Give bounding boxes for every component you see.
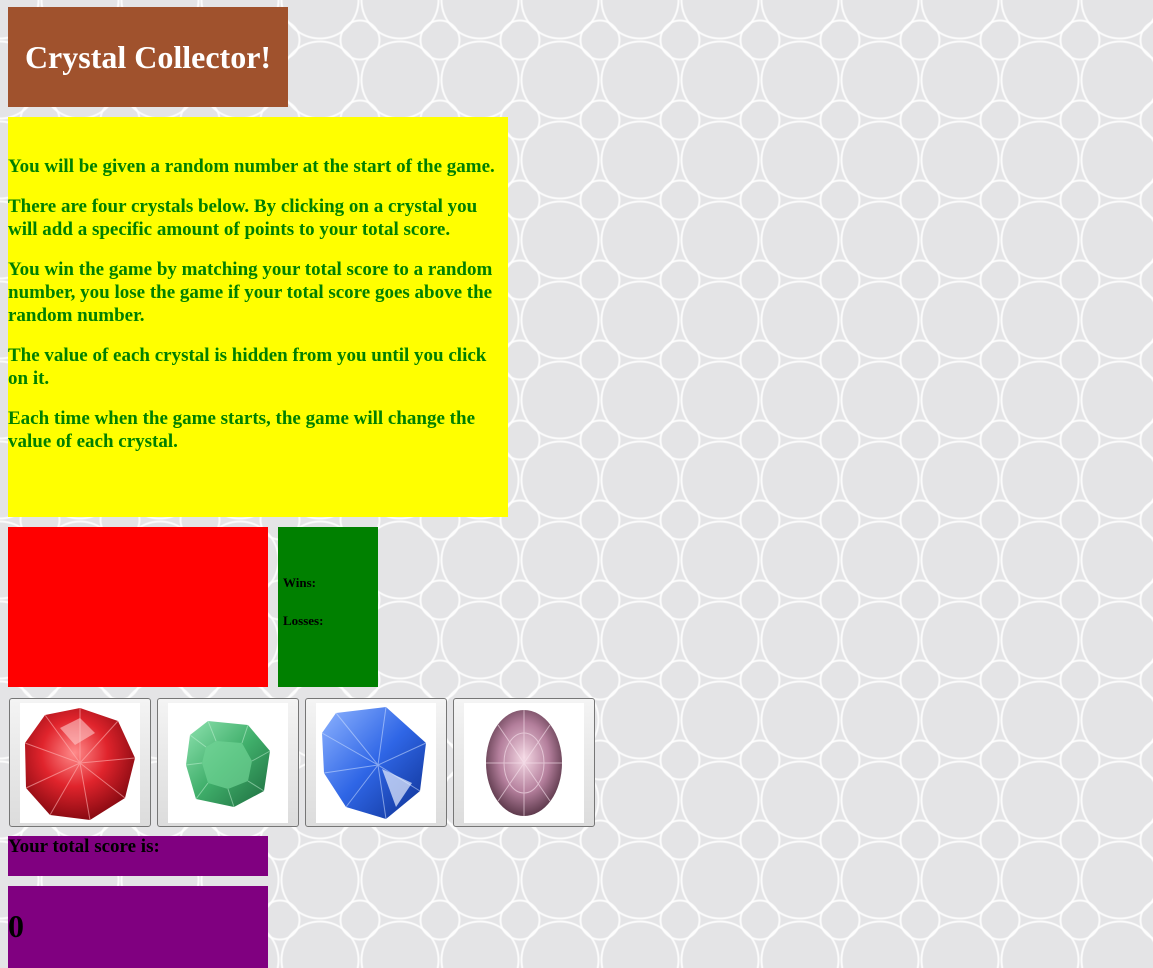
crystal-button-blue[interactable] [305, 698, 447, 827]
rule-text: There are four crystals below. By clicki… [8, 196, 478, 240]
rule-text: Each time when the game starts, the game… [8, 408, 476, 452]
crystal-button-pink[interactable] [453, 698, 595, 827]
rules-panel: You will be given a random number at the… [8, 117, 508, 517]
title-banner: Crystal Collector! [8, 7, 288, 107]
rule-text: The value of each crystal is hidden from… [8, 345, 487, 389]
rule-text: You win the game by matching your total … [8, 259, 493, 326]
losses-stat: Losses: [283, 614, 378, 652]
blue-sapphire-icon [316, 702, 436, 823]
wins-label: Wins: [283, 575, 316, 590]
red-ruby-icon [20, 702, 140, 823]
losses-label: Losses: [283, 613, 324, 628]
rule-text: You will be given a random number at the… [8, 156, 495, 177]
crystal-button-red[interactable] [9, 698, 151, 827]
page-title: Crystal Collector! [24, 38, 272, 75]
stats-panel: Wins: Losses: [278, 527, 378, 687]
wins-stat: Wins: [283, 576, 378, 614]
pink-gem-icon [464, 702, 584, 823]
random-number-panel [8, 527, 268, 687]
green-emerald-icon [168, 702, 288, 823]
crystal-button-green[interactable] [157, 698, 299, 827]
score-value-panel: 0 [8, 886, 268, 968]
score-label: Your total score is: [8, 836, 160, 857]
score-label-panel: Your total score is: [8, 836, 268, 876]
total-score-value: 0 [8, 908, 24, 944]
